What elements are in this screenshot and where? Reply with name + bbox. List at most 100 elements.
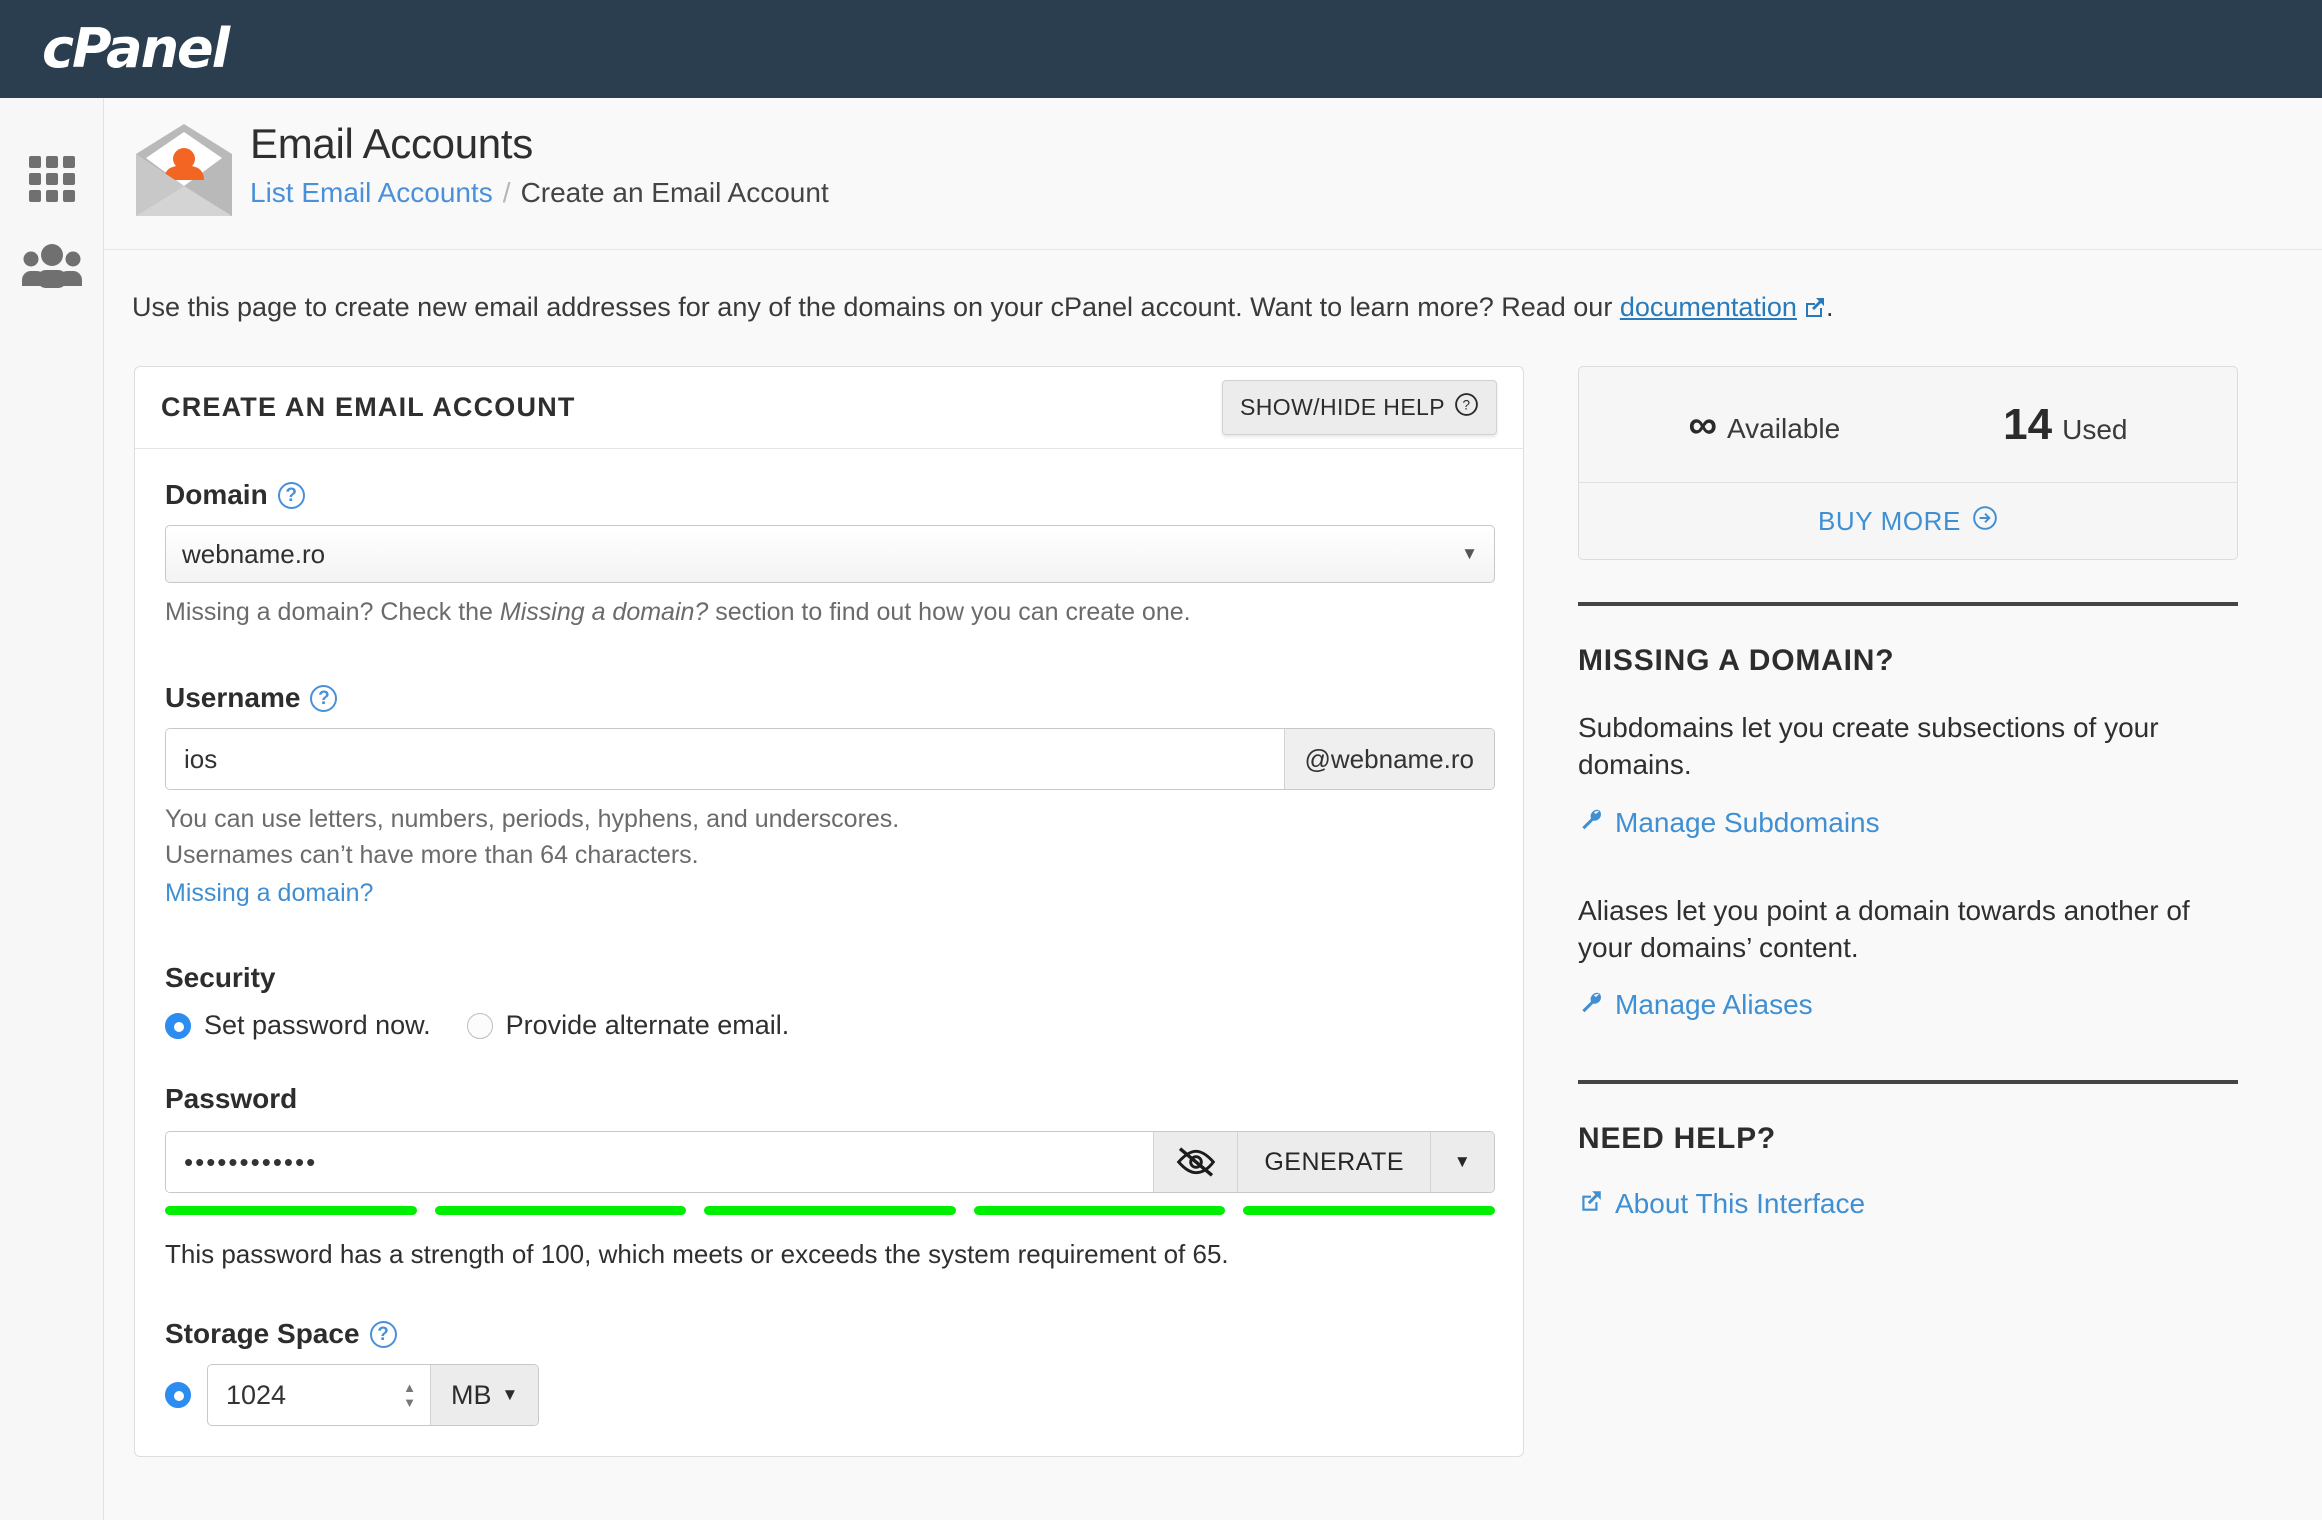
form-column: CREATE AN EMAIL ACCOUNT SHOW/HIDE HELP ?… [134,366,1524,1458]
radio-set-password-now[interactable]: Set password now. [165,1010,431,1041]
storage-label-row: Storage Space ? [165,1318,1493,1350]
username-label-row: Username ? [165,682,1493,714]
domain-label: Domain [165,479,268,511]
domain-select[interactable]: webname.ro ▼ [165,525,1495,584]
card-header: CREATE AN EMAIL ACCOUNT SHOW/HIDE HELP ? [135,367,1523,450]
domain-field-group: Domain ? webname.ro ▼ Missing a domain? … [165,479,1495,628]
radio-provide-alternate-email-label: Provide alternate email. [505,1010,790,1041]
storage-field-group: Storage Space ? 1024 ▲ ▼ MB ▼ [165,1318,1493,1427]
manage-subdomains-link[interactable]: Manage Subdomains [1578,806,2238,839]
show-hide-help-label: SHOW/HIDE HELP [1240,394,1445,421]
username-domain-addon: @webname.ro [1283,729,1494,790]
wrench-icon [1578,806,1604,839]
password-label: Password [165,1083,298,1115]
password-strength-message: This password has a strength of 100, whi… [165,1239,1229,1270]
password-field-group: Password GENERATE ▼ [165,1083,1495,1270]
storage-unit-dropdown[interactable]: MB ▼ [430,1365,539,1426]
security-field-group: Security Set password now. Provide alter… [165,962,1493,1041]
radio-set-password-now-label: Set password now. [204,1010,431,1041]
breadcrumb-link-list-email-accounts[interactable]: List Email Accounts [250,177,493,208]
quota-stats-row: ∞ Available 14 Used [1579,367,2237,484]
used-label: Used [2062,413,2128,445]
missing-domain-paragraph-2: Aliases let you point a domain towards a… [1578,895,2190,963]
side-panel: ∞ Available 14 Used BUY MORE MISSING A D… [1578,366,2238,1457]
used-value: 14 [2003,399,2053,449]
grid-icon [29,156,75,202]
main-content: Email Accounts List Email Accounts / Creat… [104,98,2322,1520]
domain-help-icon[interactable]: ? [277,481,305,509]
about-this-interface-link[interactable]: About This Interface [1578,1188,2238,1221]
storage-value-wrap[interactable]: 1024 ▲ ▼ [208,1365,430,1425]
intro-text: Use this page to create new email addres… [104,250,2322,328]
radio-provide-alternate-email-input[interactable] [466,1012,493,1039]
password-input[interactable] [166,1132,1154,1193]
breadcrumb-current: Create an Email Account [520,177,829,209]
domain-label-row: Domain ? [165,479,1493,511]
intro-suffix: . [1825,292,1834,322]
divider [1578,1079,2238,1084]
radio-set-password-now-input[interactable] [165,1012,191,1039]
documentation-link[interactable]: documentation [1620,292,1797,322]
radio-provide-alternate-email[interactable]: Provide alternate email. [466,1010,790,1041]
storage-unit-value: MB [451,1379,492,1410]
breadcrumb-separator: / [502,177,511,209]
storage-number-group: 1024 ▲ ▼ MB ▼ [207,1364,540,1427]
domain-hint-after: section to find out how you can create o… [708,598,1191,627]
username-input[interactable] [166,729,1284,790]
username-field-group: Username ? @webname.ro You can use lette… [165,682,1495,908]
stepper-down-icon[interactable]: ▼ [403,1396,416,1409]
card-title: CREATE AN EMAIL ACCOUNT [161,392,576,423]
stepper-up-icon[interactable]: ▲ [403,1381,416,1394]
quantity-stepper[interactable]: ▲ ▼ [403,1381,416,1409]
chevron-down-icon: ▼ [1461,544,1478,564]
sidebar-item-user-manager[interactable] [0,222,104,308]
external-link-icon [1578,1188,1604,1221]
password-input-group: GENERATE ▼ [165,1131,1495,1194]
need-help-heading: NEED HELP? [1578,1121,1777,1155]
create-email-account-card: CREATE AN EMAIL ACCOUNT SHOW/HIDE HELP ?… [134,366,1524,1458]
domain-hint-italic: Missing a domain? [499,598,709,627]
generate-password-button[interactable]: GENERATE [1237,1132,1430,1193]
username-input-group: @webname.ro [165,728,1495,791]
domain-hint: Missing a domain? Check the Missing a do… [165,596,1493,628]
storage-quantity-value: 1024 [226,1379,287,1410]
divider [1578,602,2238,607]
password-strength-meter [165,1206,1495,1216]
missing-domain-heading: MISSING A DOMAIN? [1578,644,1895,678]
strength-bar [434,1206,687,1216]
arrow-circle-right-icon [1972,505,1998,538]
question-circle-icon: ? [1454,392,1479,423]
left-sidebar [0,98,104,1520]
wrench-icon [1578,989,1604,1022]
missing-a-domain-link[interactable]: Missing a domain? [165,879,373,908]
breadcrumb: List Email Accounts / Create an Email Acco… [250,177,829,209]
intro-prefix: Use this page to create new email addres… [132,292,1620,322]
eye-slash-icon[interactable] [1153,1132,1238,1193]
manage-subdomains-label: Manage Subdomains [1615,806,1880,838]
username-hint-2: Usernames can’t have more than 64 charac… [165,841,699,870]
manage-aliases-link[interactable]: Manage Aliases [1578,989,2238,1022]
strength-bar [1243,1206,1495,1216]
show-hide-help-button[interactable]: SHOW/HIDE HELP ? [1222,380,1497,436]
top-bar: cPanel [0,0,2322,98]
strength-bar [704,1206,956,1216]
storage-help-icon[interactable]: ? [369,1320,397,1348]
buy-more-button[interactable]: BUY MORE [1579,483,2237,559]
cpanel-logo[interactable]: cPanel [42,22,230,76]
card-body: Domain ? webname.ro ▼ Missing a domain? … [135,449,1523,1456]
storage-input-row: 1024 ▲ ▼ MB ▼ [165,1364,1493,1427]
content-columns: CREATE AN EMAIL ACCOUNT SHOW/HIDE HELP ?… [104,328,2322,1458]
chevron-down-icon: ▼ [501,1385,519,1405]
sidebar-item-apps-grid[interactable] [0,136,104,222]
stat-used: 14 Used [2003,399,2128,449]
username-label: Username [165,682,301,714]
svg-text:?: ? [1463,398,1471,413]
username-help-icon[interactable]: ? [310,684,338,712]
radio-storage-quota[interactable] [165,1382,191,1409]
about-this-interface-label: About This Interface [1615,1188,1866,1220]
generate-options-caret-icon[interactable]: ▼ [1430,1132,1494,1193]
domain-hint-before: Missing a domain? Check the [165,598,500,627]
stat-available: ∞ Available [1689,405,1841,445]
external-link-icon [1802,293,1826,328]
security-label: Security [165,962,276,994]
